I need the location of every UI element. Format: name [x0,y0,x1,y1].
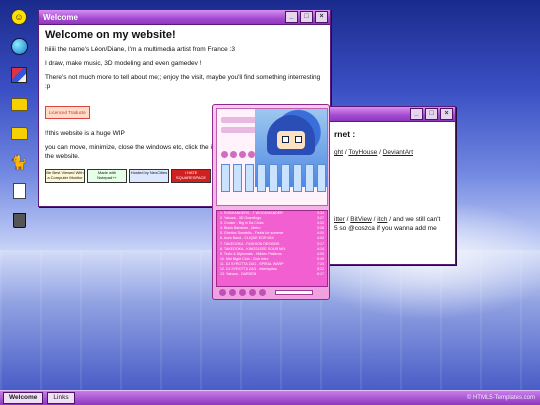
eq-slider[interactable] [317,164,326,192]
licence-badge: Licenced Traducte [45,106,90,119]
link[interactable]: itch [377,216,387,223]
visit-text: There's not much more to tell about me;;… [45,74,321,90]
window-title: Welcome [43,12,78,22]
pause-icon[interactable] [230,151,237,158]
play-icon[interactable] [221,151,228,158]
folder-icon[interactable] [10,95,28,113]
eye-art [282,136,289,143]
link[interactable]: itter [334,216,345,223]
document-icon[interactable] [10,182,28,200]
track-title: 13. Yakuza - GARDEN [220,272,257,277]
eq-slider[interactable] [233,164,242,192]
smiley-icon[interactable]: ☺ [10,8,28,26]
player-display [216,108,328,206]
maximize-button[interactable]: □ [425,108,438,120]
equalizer [221,164,327,192]
stop-icon[interactable] [249,288,256,296]
links-heading: rnet : [334,129,356,139]
eq-slider[interactable] [245,164,254,192]
desktop-icons: ☺ 🐈 [10,8,32,240]
skills-text: I draw, make music, 3D modeling and even… [45,60,202,67]
play-icon[interactable] [229,288,236,296]
welcome-heading: Welcome on my website! [45,29,176,41]
track-time: 6:17 [317,272,324,277]
link[interactable]: ght [334,149,343,156]
playlist[interactable]: 1. ROBHANDERS - T WOODMANDER 3:34 2. Yakuz… [216,210,328,287]
next-icon[interactable] [248,151,255,158]
task-links[interactable]: Links [47,392,75,404]
folder-icon[interactable] [10,124,28,142]
media-player[interactable]: 1. ROBHANDERS - T WOODMANDER 3:34 2. Yakuz… [212,104,330,300]
minimize-button[interactable]: _ [410,108,423,120]
computer-icon[interactable] [10,66,28,84]
taskbar: Welcome Links © HTML5-Templates.com [0,390,540,405]
link[interactable]: BitView [350,216,372,223]
eq-slider[interactable] [221,164,230,192]
credit-text[interactable]: © HTML5-Templates.com [467,395,535,401]
link[interactable]: ToyHouse [348,149,377,156]
maximize-button[interactable]: □ [300,11,313,23]
eq-slider[interactable] [305,164,314,192]
task-welcome[interactable]: Welcome [3,392,44,404]
minimize-button[interactable]: _ [285,11,298,23]
intro-text: hiiiii the name's Léon/Diane, I'm a mult… [45,46,235,53]
playlist-controls [216,287,329,297]
trash-icon[interactable] [10,211,28,229]
player-buttons [221,151,255,158]
badge-button[interactable]: I HATE SQUARESPACE [171,169,211,183]
eye-art [295,136,302,143]
stop-icon[interactable] [239,151,246,158]
link[interactable]: DeviantArt [383,149,413,156]
eq-slider[interactable] [293,164,302,192]
cat-icon[interactable]: 🐈 [10,153,28,171]
close-button[interactable]: × [315,11,328,23]
globe-icon[interactable] [10,37,28,55]
pause-icon[interactable] [239,288,246,296]
eq-slider[interactable] [257,164,266,192]
eq-slider[interactable] [269,164,278,192]
welcome-titlebar[interactable]: Welcome _ □ × [39,10,330,25]
prev-icon[interactable] [219,288,226,296]
playlist-track[interactable]: 13. Yakuza - GARDEN 6:17 [217,272,327,277]
next-icon[interactable] [259,288,266,296]
seek-bar[interactable] [275,289,313,295]
eq-slider[interactable] [281,164,290,192]
badge-button[interactable]: Be Best Viewed With a Computer Monitor [45,169,85,183]
badge-button[interactable]: Made with Notepad++ [87,169,127,183]
badge-button[interactable]: Hosted by NeoCities [129,169,169,183]
links-note: 5 so @coszca if you wanna add me [334,225,437,232]
links-note: / and we still can't [389,216,441,223]
close-button[interactable]: × [440,108,453,120]
